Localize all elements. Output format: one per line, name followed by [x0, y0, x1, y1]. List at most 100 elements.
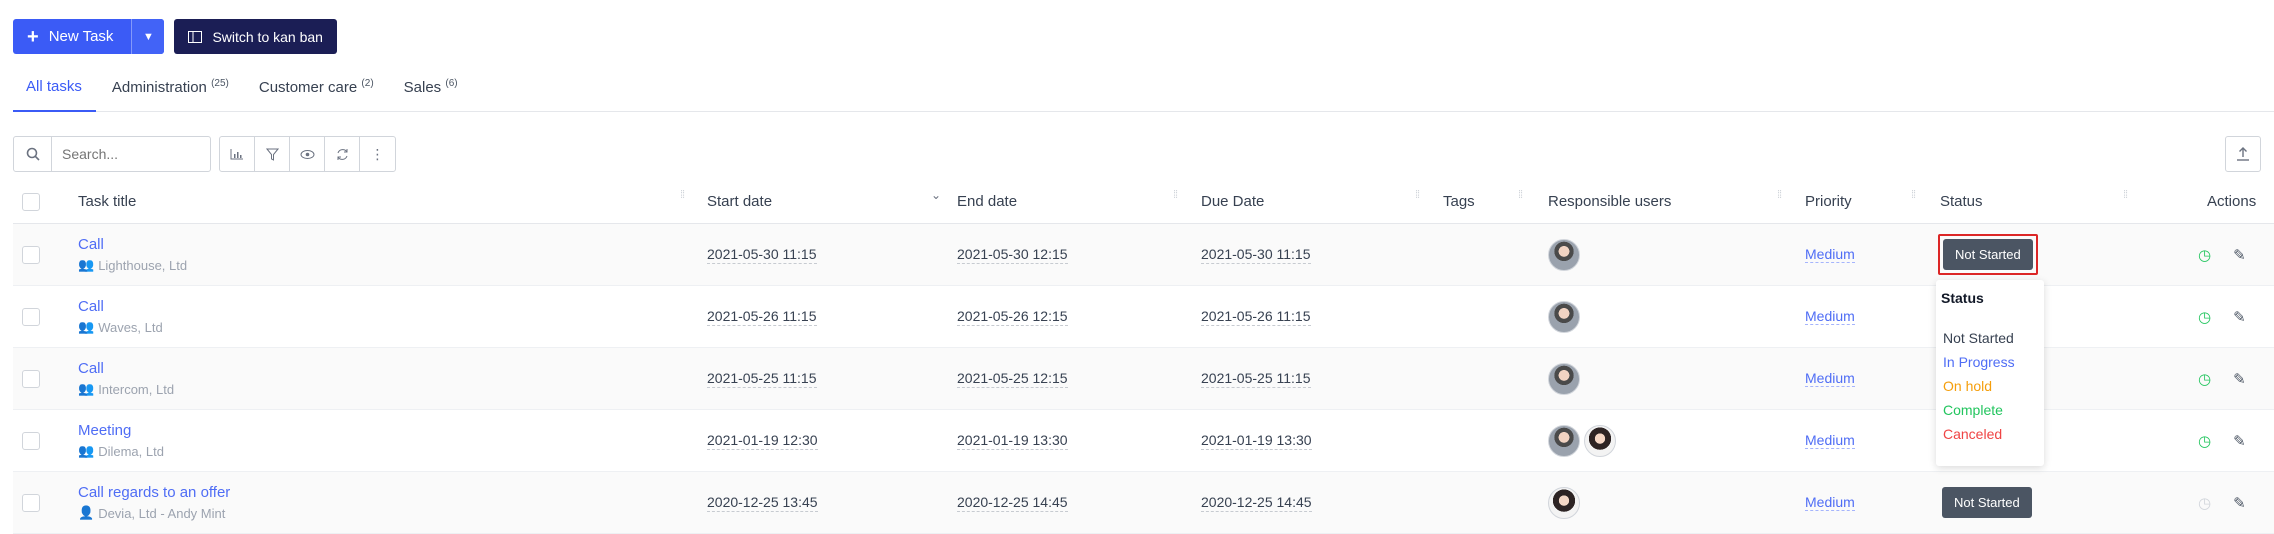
col-tags[interactable]: Tags [1443, 180, 1475, 223]
priority-value[interactable]: Medium [1805, 308, 1855, 325]
switch-kanban-button[interactable]: Switch to kan ban [174, 19, 337, 54]
company-name: Lighthouse, Ltd [98, 257, 188, 273]
company-name: Waves, Ltd [98, 319, 163, 335]
clock-icon[interactable]: ◷ [2198, 308, 2211, 326]
tab-sales[interactable]: Sales (6) [391, 68, 472, 111]
col-users[interactable]: Responsible users [1548, 180, 1671, 223]
new-task-button[interactable]: + New Task ▼ [13, 19, 165, 54]
col-start[interactable]: Start date [707, 180, 772, 223]
priority-value[interactable]: Medium [1805, 432, 1855, 449]
clock-icon[interactable]: ◷ [2198, 246, 2211, 264]
edit-icon[interactable]: ✎ [2233, 494, 2246, 512]
edit-icon[interactable]: ✎ [2233, 370, 2246, 388]
status-dropdown-heading: Status [1941, 290, 1984, 306]
tab-all-tasks[interactable]: All tasks [13, 68, 96, 112]
avatar[interactable] [1548, 362, 1580, 395]
tasks-table: Task title ⁞⁞ Start date ⌄ End date ⁞⁞ D… [13, 180, 2274, 534]
task-title-link[interactable]: Call regards to an offer [78, 484, 230, 501]
status-option-on-hold[interactable]: On hold [1941, 378, 2039, 394]
avatar[interactable] [1548, 300, 1580, 333]
row-checkbox[interactable] [22, 410, 40, 471]
edit-icon[interactable]: ✎ [2233, 432, 2246, 450]
row-checkbox[interactable] [22, 348, 40, 409]
filter-icon[interactable] [255, 137, 290, 171]
start-date[interactable]: 2021-05-30 11:15 [707, 246, 817, 264]
tab-customer-care[interactable]: Customer care (2) [246, 68, 388, 111]
chart-icon[interactable] [220, 137, 255, 171]
status-option-complete[interactable]: Complete [1941, 402, 2039, 418]
end-date[interactable]: 2021-05-25 12:15 [957, 370, 1068, 388]
resize-handle[interactable]: ⁞⁞ [1518, 190, 1524, 210]
end-date[interactable]: 2020-12-25 14:45 [957, 494, 1068, 512]
tab-administration[interactable]: Administration (25) [99, 68, 243, 111]
resize-handle[interactable]: ⁞⁞ [680, 190, 686, 210]
start-date[interactable]: 2021-05-25 11:15 [707, 370, 817, 388]
tab-label: All tasks [26, 78, 82, 95]
end-date[interactable]: 2021-05-26 12:15 [957, 308, 1068, 326]
resize-handle[interactable]: ⁞⁞ [2123, 190, 2129, 210]
col-priority[interactable]: Priority [1805, 180, 1852, 223]
table-row: Call 👥 Intercom, Ltd 2021-05-25 11:15 202… [13, 348, 2274, 410]
export-button[interactable] [2225, 136, 2261, 172]
start-date[interactable]: 2021-05-26 11:15 [707, 308, 817, 326]
priority-value[interactable]: Medium [1805, 246, 1855, 263]
eye-icon[interactable] [290, 137, 325, 171]
users-icon: 👥 [78, 443, 95, 458]
clock-icon[interactable]: ◷ [2198, 370, 2211, 388]
refresh-icon[interactable] [325, 137, 360, 171]
table-row: Meeting 👥 Dilema, Ltd 2021-01-19 12:30 20… [13, 410, 2274, 472]
resize-handle[interactable]: ⁞⁞ [1777, 190, 1783, 210]
start-date[interactable]: 2020-12-25 13:45 [707, 494, 818, 512]
status-button[interactable]: Not Started [1943, 239, 2033, 270]
new-task-main[interactable]: + New Task [13, 19, 131, 54]
sort-chevron-icon[interactable]: ⌄ [931, 180, 941, 223]
table-row: Call regards to an offer 👤 Devia, Ltd - A… [13, 472, 2274, 534]
end-date[interactable]: 2021-05-30 12:15 [957, 246, 1068, 264]
switch-kanban-label: Switch to kan ban [212, 28, 323, 45]
select-all-checkbox[interactable] [22, 180, 40, 223]
clock-icon[interactable]: ◷ [2198, 494, 2211, 512]
search-input[interactable] [52, 137, 202, 171]
row-checkbox[interactable] [22, 224, 40, 285]
row-checkbox[interactable] [22, 472, 40, 533]
avatar[interactable] [1548, 486, 1580, 519]
due-date[interactable]: 2021-05-26 11:15 [1201, 308, 1311, 326]
resize-handle[interactable]: ⁞⁞ [1173, 190, 1179, 210]
resize-handle[interactable]: ⁞⁞ [1415, 190, 1421, 210]
more-icon[interactable]: ⋮ [360, 137, 395, 171]
tab-count: (6) [445, 78, 458, 89]
task-company: 👥 Intercom, Ltd [78, 381, 174, 397]
tab-count: (25) [211, 78, 229, 89]
task-title-link[interactable]: Meeting [78, 422, 131, 439]
kanban-icon [188, 30, 203, 43]
priority-value[interactable]: Medium [1805, 370, 1855, 387]
avatar[interactable] [1584, 424, 1616, 457]
due-date[interactable]: 2021-01-19 13:30 [1201, 432, 1312, 450]
edit-icon[interactable]: ✎ [2233, 308, 2246, 326]
resize-handle[interactable]: ⁞⁞ [1911, 190, 1917, 210]
start-date[interactable]: 2021-01-19 12:30 [707, 432, 818, 450]
due-date[interactable]: 2020-12-25 14:45 [1201, 494, 1312, 512]
row-checkbox[interactable] [22, 286, 40, 347]
col-end[interactable]: End date [957, 180, 1017, 223]
avatar[interactable] [1548, 238, 1580, 271]
status-option-canceled[interactable]: Canceled [1941, 426, 2039, 442]
clock-icon[interactable]: ◷ [2198, 432, 2211, 450]
task-title-link[interactable]: Call [78, 360, 104, 377]
due-date[interactable]: 2021-05-30 11:15 [1201, 246, 1311, 264]
end-date[interactable]: 2021-01-19 13:30 [957, 432, 1068, 450]
status-button[interactable]: Not Started [1942, 487, 2032, 518]
task-company: 👤 Devia, Ltd - Andy Mint [78, 505, 225, 521]
task-title-link[interactable]: Call [78, 236, 104, 253]
col-status[interactable]: Status [1940, 180, 1983, 223]
status-option-in-progress[interactable]: In Progress [1941, 354, 2039, 370]
col-title[interactable]: Task title [78, 180, 136, 223]
due-date[interactable]: 2021-05-25 11:15 [1201, 370, 1311, 388]
chevron-down-icon[interactable]: ▼ [131, 19, 165, 54]
priority-value[interactable]: Medium [1805, 494, 1855, 511]
avatar[interactable] [1548, 424, 1580, 457]
col-due[interactable]: Due Date [1201, 180, 1264, 223]
edit-icon[interactable]: ✎ [2233, 246, 2246, 264]
status-option-not-started[interactable]: Not Started [1941, 330, 2039, 346]
task-title-link[interactable]: Call [78, 298, 104, 315]
